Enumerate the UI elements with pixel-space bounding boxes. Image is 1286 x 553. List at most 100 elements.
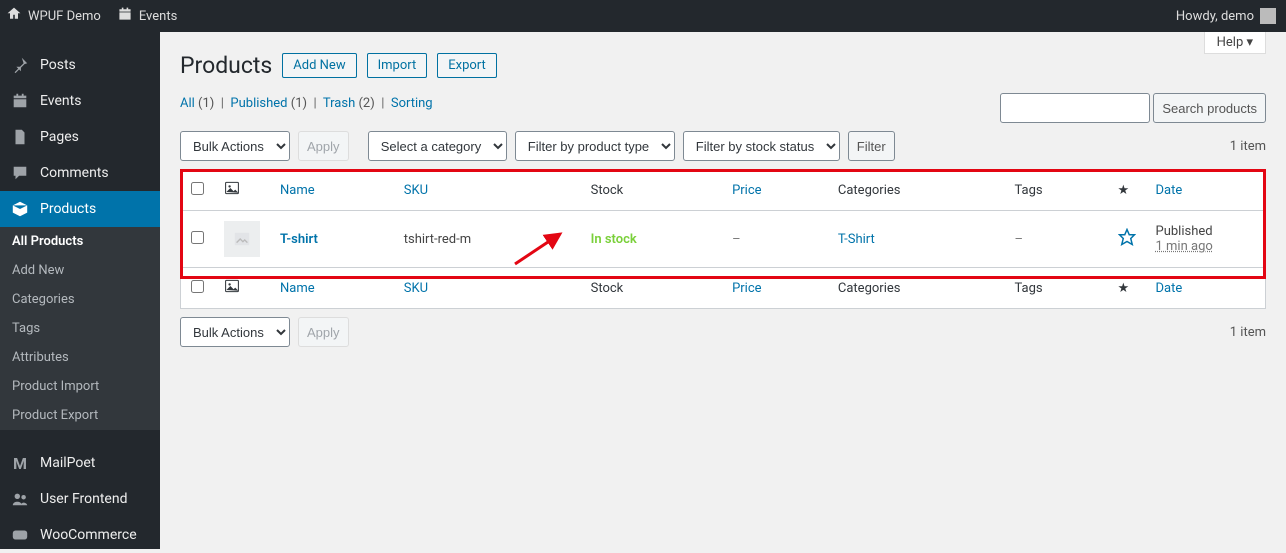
- avatar: [1260, 8, 1276, 24]
- page-icon: [10, 127, 30, 147]
- submenu-products: All Products Add New Categories Tags Att…: [0, 227, 160, 430]
- thumb-header-bottom: [214, 268, 270, 309]
- product-category-link[interactable]: T-Shirt: [838, 232, 875, 247]
- stock-status-filter-select[interactable]: Filter by stock status: [683, 131, 840, 161]
- menu-separator: [0, 37, 160, 42]
- table-header-row: Name SKU Stock Price Categories Tags ★ D…: [181, 170, 1266, 211]
- submenu-categories[interactable]: Categories: [0, 285, 160, 314]
- menu-mailpoet[interactable]: M MailPoet: [0, 445, 160, 481]
- product-name-link[interactable]: T-shirt: [280, 232, 318, 247]
- calendar-icon: [10, 91, 30, 111]
- import-button[interactable]: Import: [367, 53, 428, 78]
- users-icon: [10, 489, 30, 509]
- col-tags: Tags: [1005, 170, 1108, 211]
- col-sku[interactable]: SKU: [404, 183, 428, 198]
- menu-products-label: Products: [40, 201, 96, 217]
- menu-user-frontend[interactable]: User Frontend: [0, 481, 160, 517]
- help-label: Help ▾: [1217, 35, 1253, 50]
- comments-icon: [10, 163, 30, 183]
- col-date-bottom[interactable]: Date: [1156, 281, 1183, 296]
- product-type-filter-select[interactable]: Filter by product type: [515, 131, 675, 161]
- filter-button[interactable]: Filter: [848, 131, 895, 161]
- menu-events-label: Events: [40, 93, 81, 109]
- menu-events[interactable]: Events: [0, 83, 160, 119]
- submenu-tags[interactable]: Tags: [0, 314, 160, 343]
- apply-bulk-button-bottom[interactable]: Apply: [298, 317, 349, 347]
- submenu-all-products[interactable]: All Products: [0, 227, 160, 256]
- calendar-icon: [117, 6, 133, 26]
- adminbar-howdy: Howdy, demo: [1176, 9, 1254, 24]
- col-sku-bottom[interactable]: SKU: [404, 281, 428, 296]
- category-filter-select[interactable]: Select a category: [368, 131, 507, 161]
- submenu-attributes[interactable]: Attributes: [0, 343, 160, 372]
- menu-woocommerce[interactable]: WooCommerce: [0, 517, 160, 553]
- filter-published-count: (1): [291, 96, 307, 111]
- select-all-checkbox[interactable]: [191, 182, 204, 195]
- adminbar-events-link[interactable]: Events: [117, 6, 177, 26]
- adminbar-site-name: WPUF Demo: [28, 9, 101, 24]
- filter-sorting[interactable]: Sorting: [391, 96, 433, 111]
- mailpoet-icon: M: [10, 453, 30, 473]
- star-icon: ★: [1118, 281, 1130, 296]
- col-stock: Stock: [581, 170, 722, 211]
- product-tags: –: [1015, 232, 1024, 247]
- star-icon: ★: [1118, 183, 1130, 198]
- adminbar-account[interactable]: Howdy, demo: [1176, 8, 1276, 24]
- add-new-button[interactable]: Add New: [282, 53, 356, 78]
- menu-posts[interactable]: Posts: [0, 47, 160, 83]
- product-stock: In stock: [591, 232, 637, 247]
- table-wrapper: Name SKU Stock Price Categories Tags ★ D…: [180, 169, 1266, 309]
- adminbar-site-link[interactable]: WPUF Demo: [6, 6, 101, 26]
- row-checkbox[interactable]: [191, 231, 204, 244]
- featured-toggle[interactable]: [1118, 235, 1136, 250]
- menu-separator: [0, 435, 160, 440]
- col-categories: Categories: [828, 170, 1005, 211]
- product-date-status: Published: [1156, 224, 1213, 239]
- search-products-button[interactable]: Search products: [1153, 93, 1266, 123]
- product-sku: tshirt-red-m: [394, 211, 581, 268]
- search-input[interactable]: [1000, 93, 1150, 123]
- menu-pages[interactable]: Pages: [0, 119, 160, 155]
- bulk-actions-select[interactable]: Bulk Actions: [180, 131, 290, 161]
- adminbar-events-label: Events: [139, 9, 177, 24]
- filter-trash-count: (2): [358, 96, 374, 111]
- submenu-product-export[interactable]: Product Export: [0, 401, 160, 430]
- table-row: T-shirt tshirt-red-m In stock – T-Shirt …: [181, 211, 1266, 268]
- help-tab[interactable]: Help ▾: [1204, 32, 1266, 54]
- status-filters: All (1) | Published (1) | Trash (2) | So…: [180, 96, 433, 111]
- menu-comments-label: Comments: [40, 165, 109, 181]
- page-title: Products: [180, 52, 272, 79]
- select-all-checkbox-bottom[interactable]: [191, 280, 204, 293]
- menu-user-frontend-label: User Frontend: [40, 491, 127, 507]
- col-date[interactable]: Date: [1156, 183, 1183, 198]
- menu-pages-label: Pages: [40, 129, 79, 145]
- home-icon: [6, 6, 22, 26]
- pin-icon: [10, 55, 30, 75]
- filter-trash[interactable]: Trash: [323, 96, 355, 111]
- col-name-bottom[interactable]: Name: [280, 281, 315, 296]
- products-table: Name SKU Stock Price Categories Tags ★ D…: [180, 169, 1266, 309]
- col-stock-bottom: Stock: [581, 268, 722, 309]
- submenu-product-import[interactable]: Product Import: [0, 372, 160, 401]
- bulk-actions-select-bottom[interactable]: Bulk Actions: [180, 317, 290, 347]
- product-thumbnail[interactable]: [224, 221, 260, 257]
- col-price[interactable]: Price: [732, 183, 761, 198]
- apply-bulk-button[interactable]: Apply: [298, 131, 349, 161]
- filter-published[interactable]: Published: [230, 96, 287, 111]
- col-price-bottom[interactable]: Price: [732, 281, 761, 296]
- menu-comments[interactable]: Comments: [0, 155, 160, 191]
- col-name[interactable]: Name: [280, 183, 315, 198]
- col-tags-bottom: Tags: [1005, 268, 1108, 309]
- col-featured: ★: [1108, 170, 1146, 211]
- export-button[interactable]: Export: [437, 53, 497, 78]
- item-count-top: 1 item: [1230, 139, 1266, 154]
- filter-all-count: (1): [198, 96, 214, 111]
- menu-products[interactable]: Products: [0, 191, 160, 227]
- filter-all[interactable]: All: [180, 96, 195, 111]
- table-footer-row: Name SKU Stock Price Categories Tags ★ D…: [181, 268, 1266, 309]
- admin-bar: WPUF Demo Events Howdy, demo: [0, 0, 1286, 32]
- image-icon: [224, 185, 240, 200]
- menu-mailpoet-label: MailPoet: [40, 455, 95, 471]
- submenu-add-new[interactable]: Add New: [0, 256, 160, 285]
- image-icon: [224, 283, 240, 298]
